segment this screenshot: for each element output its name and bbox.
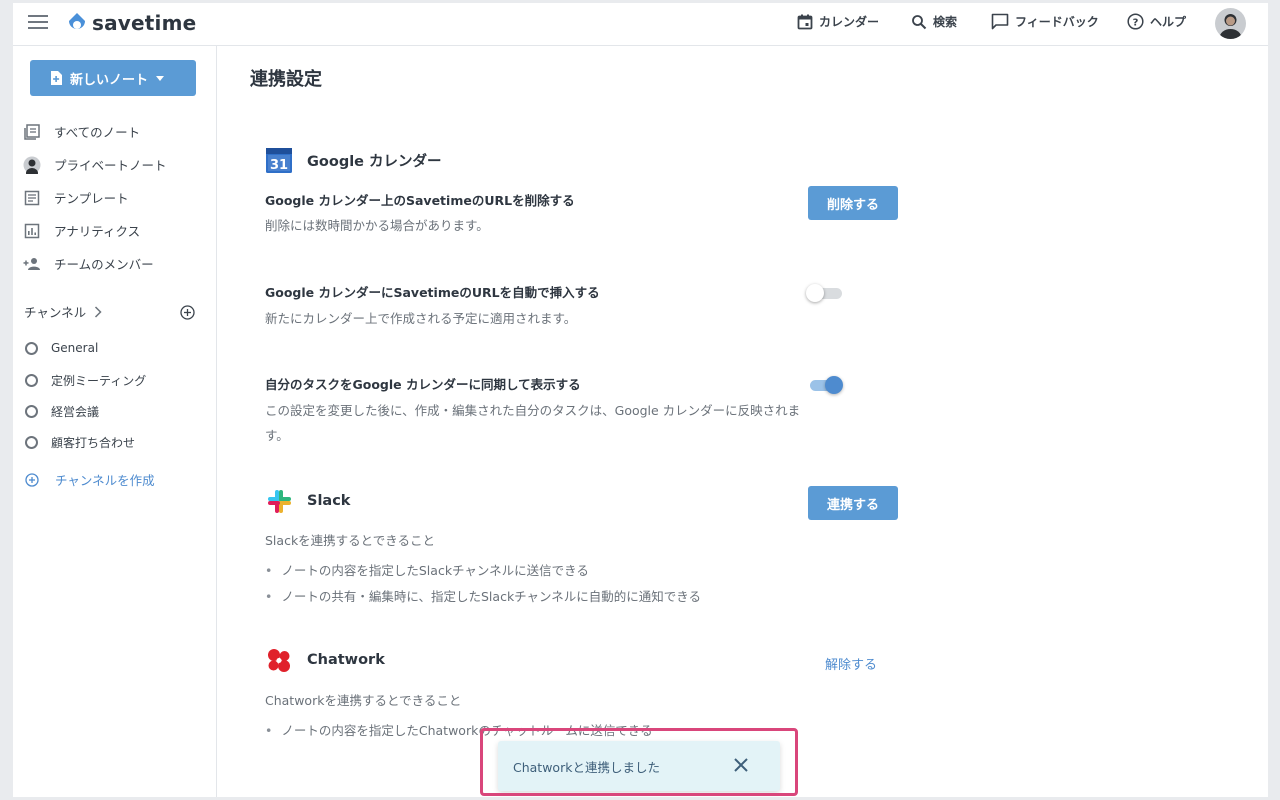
slack-bullet: ノートの内容を指定したSlackチャンネルに送信できる	[265, 560, 589, 579]
slack-bullet: ノートの共有・編集時に、指定したSlackチャンネルに自動的に通知できる	[265, 586, 701, 605]
sidebar-item-label: プライベートノート	[54, 158, 167, 173]
sidebar-item-label: テンプレート	[54, 191, 129, 206]
sync-tasks-desc: この設定を変更した後に、作成・編集された自分のタスクは、Google カレンダー…	[265, 403, 801, 443]
chatwork-intro: Chatworkを連携するとできること	[265, 693, 462, 708]
auto-insert-url-desc: 新たにカレンダー上で作成される予定に適用されます。	[265, 311, 577, 326]
channel-label: 顧客打ち合わせ	[51, 436, 136, 450]
user-avatar-icon	[1215, 8, 1246, 39]
add-circle-icon	[25, 472, 39, 487]
sidebar-item-all-notes[interactable]: すべてのノート	[23, 122, 140, 141]
sidebar-item-private-notes[interactable]: プライベートノート	[23, 155, 167, 174]
add-member-icon	[23, 257, 40, 270]
nav-help-label: ヘルプ	[1150, 15, 1187, 29]
auto-insert-url-title: Google カレンダーにSavetimeのURLを自動で挿入する	[265, 285, 600, 300]
new-note-icon	[51, 71, 62, 85]
avatar-icon	[23, 156, 41, 174]
sync-tasks-title: 自分のタスクをGoogle カレンダーに同期して表示する	[265, 377, 581, 392]
user-avatar[interactable]	[1215, 8, 1246, 39]
logo[interactable]: savetime	[66, 11, 196, 35]
google-calendar-title: Google カレンダー	[307, 153, 442, 170]
search-icon	[912, 14, 927, 29]
new-note-label: 新しいノート	[70, 72, 149, 88]
sidebar-item-team-members[interactable]: チームのメンバー	[23, 254, 154, 273]
google-calendar-icon: 31	[266, 148, 292, 173]
create-channel-label: チャンネルを作成	[55, 473, 155, 488]
top-header: savetime カレンダー 検索 フィードバック ? ヘルプ	[13, 3, 1268, 46]
nav-feedback-label: フィードバック	[1015, 15, 1099, 29]
channel-circle-icon	[25, 374, 38, 387]
chatwork-disconnect-link[interactable]: 解除する	[825, 654, 877, 673]
sync-tasks-toggle[interactable]	[806, 375, 844, 395]
toast-highlight-outline	[480, 728, 798, 796]
google-calendar-header: 31 Google カレンダー	[265, 146, 442, 174]
feedback-icon	[991, 13, 1009, 30]
channel-label: 定例ミーティング	[51, 374, 147, 388]
analytics-icon	[24, 223, 40, 238]
channel-label: 経営会議	[51, 405, 100, 419]
channels-header: チャンネル	[24, 302, 102, 321]
add-channel-icon[interactable]	[180, 305, 195, 320]
slack-header: Slack	[265, 487, 350, 515]
channel-circle-icon	[25, 436, 38, 449]
chatwork-title: Chatwork	[307, 652, 385, 668]
channel-circle-icon	[25, 405, 38, 418]
channel-item[interactable]: 顧客打ち合わせ	[25, 434, 135, 451]
sidebar-item-label: チームのメンバー	[54, 257, 154, 272]
slack-connect-button[interactable]: 連携する	[808, 486, 898, 520]
sidebar-item-templates[interactable]: テンプレート	[23, 188, 129, 207]
channel-item[interactable]: General	[25, 341, 98, 355]
sidebar-item-label: すべてのノート	[54, 125, 141, 140]
nav-search[interactable]: 検索	[911, 13, 957, 30]
channel-label: General	[51, 341, 99, 355]
channel-item[interactable]: 経営会議	[25, 403, 99, 420]
chevron-right-icon[interactable]	[94, 305, 102, 318]
svg-text:?: ?	[1133, 18, 1139, 29]
sidebar: 新しいノート すべてのノート プライベートノート テンプレート アナリティクス …	[13, 46, 217, 797]
savetime-logo-icon	[69, 13, 85, 29]
svg-text:31: 31	[270, 158, 288, 173]
chatwork-icon	[268, 649, 290, 672]
page-title: 連携設定	[250, 69, 322, 90]
nav-feedback[interactable]: フィードバック	[991, 13, 1099, 30]
calendar-icon	[797, 14, 813, 29]
sidebar-item-analytics[interactable]: アナリティクス	[23, 221, 140, 240]
delete-url-desc: 削除には数時間かかる場合があります。	[265, 218, 489, 233]
slack-icon	[268, 490, 291, 513]
channel-item[interactable]: 定例ミーティング	[25, 372, 146, 389]
slack-intro: Slackを連携するとできること	[265, 533, 436, 548]
help-icon: ?	[1127, 13, 1144, 30]
menu-icon[interactable]	[28, 15, 48, 31]
nav-search-label: 検索	[933, 15, 958, 29]
slack-title: Slack	[307, 493, 351, 509]
chatwork-header: Chatwork	[265, 646, 385, 674]
sidebar-item-label: アナリティクス	[54, 224, 141, 239]
logo-text: savetime	[92, 11, 197, 35]
app-window: savetime カレンダー 検索 フィードバック ? ヘルプ 新しいノート す…	[13, 3, 1268, 797]
delete-url-button[interactable]: 削除する	[808, 186, 898, 220]
notes-icon	[24, 123, 40, 140]
nav-calendar[interactable]: カレンダー	[797, 13, 879, 30]
nav-help[interactable]: ? ヘルプ	[1127, 13, 1186, 30]
caret-down-icon	[156, 75, 165, 81]
nav-calendar-label: カレンダー	[819, 15, 880, 29]
channels-label: チャンネル	[24, 305, 87, 320]
auto-insert-url-toggle[interactable]	[806, 283, 844, 303]
new-note-button[interactable]: 新しいノート	[30, 60, 196, 96]
delete-url-title: Google カレンダー上のSavetimeのURLを削除する	[265, 193, 575, 208]
template-icon	[24, 190, 40, 205]
create-channel-link[interactable]: チャンネルを作成	[25, 470, 155, 489]
channel-circle-icon	[25, 341, 38, 355]
